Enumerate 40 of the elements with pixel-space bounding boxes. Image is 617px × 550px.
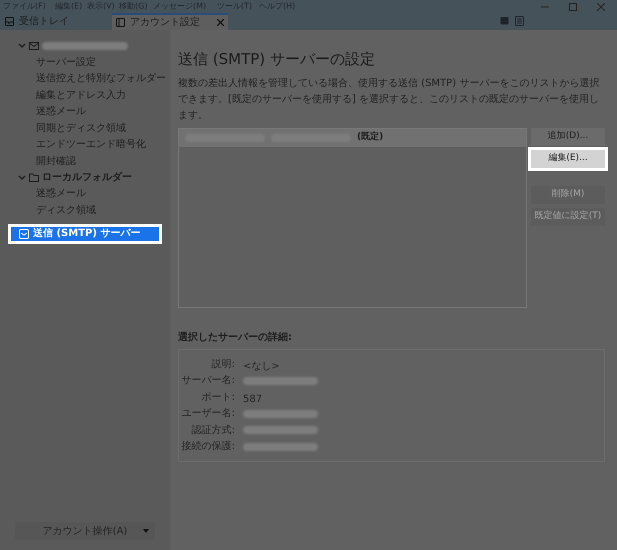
tab[interactable]: 受信トレイ — [0, 13, 112, 30]
mail-icon — [29, 42, 39, 50]
sidebar-item[interactable]: 編集とアドレス入力 — [36, 87, 168, 104]
detail-value: 587 — [243, 394, 262, 406]
details-heading: 選択したサーバーの詳細: — [178, 330, 293, 345]
chevron-icon[interactable] — [18, 174, 26, 182]
detail-label: サーバー名: — [180, 374, 235, 388]
sidebar-item[interactable]: 送信 (SMTP) サーバー — [8, 224, 162, 244]
caret-icon — [143, 529, 149, 533]
inbox-icon — [5, 17, 14, 26]
sidebar-item[interactable]: エンドツーエンド暗号化 — [36, 136, 168, 153]
folder-icon — [29, 173, 39, 182]
detail-value: <なし> — [243, 361, 280, 372]
sidebar-item[interactable]: 開封確認 — [36, 153, 168, 170]
detail-label: ポート: — [200, 390, 235, 405]
sidebar-item[interactable]: 同期とディスク領域 — [36, 120, 168, 136]
close-icon[interactable] — [217, 19, 224, 26]
sidebar-item[interactable]: ディスク領域 — [36, 202, 168, 218]
outbox-icon — [19, 228, 29, 238]
page-title: 送信 (SMTP) サーバーの設定 — [178, 49, 376, 69]
detail-label: ユーザー名: — [180, 407, 235, 422]
sidebar-item[interactable]: ローカルフォルダー — [42, 170, 132, 185]
settings-icon — [116, 18, 125, 27]
chevron-icon[interactable] — [18, 42, 26, 50]
tab[interactable]: アカウント設定 — [112, 13, 228, 30]
detail-label: 説明: — [210, 358, 235, 372]
dialog-button[interactable]: 追加(D)... — [531, 128, 605, 146]
detail-label: 接続の保護: — [180, 440, 235, 454]
description: 複数の差出人情報を管理している場合、使用する送信 (SMTP) サーバーをこのリストから選択できます。[既定のサーバーを使用する] を選択すると、このリストの既定のサーバーを使用します。 — [178, 76, 600, 123]
server-row[interactable]: (既定) — [179, 129, 526, 147]
close-icon[interactable] — [597, 2, 605, 10]
tasks-icon[interactable] — [515, 16, 524, 26]
sidebar-item[interactable]: 迷惑メール — [36, 186, 168, 202]
dialog-button[interactable]: 編集(E)... — [531, 150, 605, 168]
calendar-icon[interactable] — [500, 16, 509, 25]
sidebar-item[interactable]: サーバー設定 — [36, 54, 168, 70]
maximize-icon[interactable] — [569, 2, 577, 10]
sidebar-item[interactable]: 送信控えと特別なフォルダー — [36, 70, 168, 87]
detail-label: 認証方式: — [190, 424, 235, 438]
sidebar-item[interactable]: 迷惑メール — [36, 104, 168, 120]
